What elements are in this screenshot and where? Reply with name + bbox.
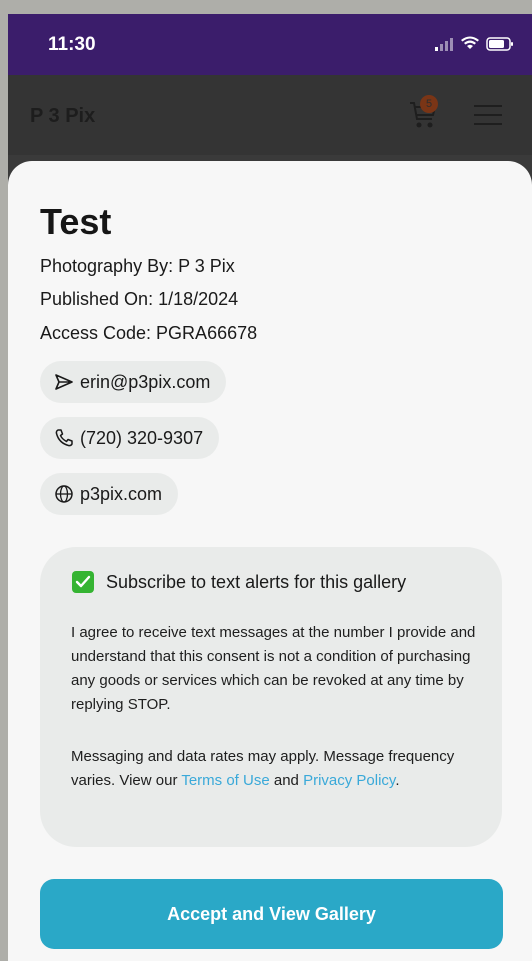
menu-button[interactable] (474, 105, 502, 125)
phone-screen: 11:30 P 3 Pix 5 Test Photography By: P 3… (8, 14, 532, 961)
menu-line (474, 123, 502, 125)
email-text: erin@p3pix.com (80, 371, 211, 392)
cart-button[interactable]: 5 (408, 95, 438, 131)
rates-paragraph: Messaging and data rates may apply. Mess… (71, 745, 491, 793)
menu-line (474, 114, 502, 116)
website-contact[interactable]: p3pix.com (40, 473, 179, 515)
consent-panel: Subscribe to text alerts for this galler… (40, 547, 502, 847)
privacy-policy-link[interactable]: Privacy Policy (303, 772, 395, 789)
status-time: 11:30 (48, 34, 96, 55)
phone-text: (720) 320-9307 (80, 427, 204, 448)
consent-paragraph: I agree to receive text messages at the … (71, 624, 476, 713)
access-code: Access Code: PGRA66678 (40, 323, 258, 343)
website-text: p3pix.com (80, 483, 163, 504)
cart-count-badge: 5 (420, 95, 438, 113)
send-icon (55, 374, 73, 390)
and-text: and (269, 772, 304, 789)
gallery-access-sheet: Test Photography By: P 3 Pix Published O… (8, 161, 532, 961)
accept-and-view-gallery-button[interactable]: Accept and View Gallery (40, 879, 503, 949)
subscribe-checkbox[interactable] (72, 571, 94, 593)
battery-icon (486, 36, 513, 51)
status-bar: 11:30 (8, 14, 532, 75)
published-on: Published On: 1/18/2024 (40, 289, 239, 309)
menu-line (474, 105, 502, 107)
subscribe-label[interactable]: Subscribe to text alerts for this galler… (106, 572, 406, 593)
brand-logo[interactable]: P 3 Pix (30, 105, 95, 128)
email-contact[interactable]: erin@p3pix.com (40, 361, 227, 403)
phone-icon (55, 429, 73, 447)
period-text: . (395, 772, 400, 789)
phone-contact[interactable]: (720) 320-9307 (40, 417, 220, 459)
signal-icon (435, 37, 453, 51)
gallery-title: Test (40, 201, 112, 242)
status-icons (434, 36, 514, 51)
wifi-icon (461, 36, 479, 49)
terms-of-use-link[interactable]: Terms of Use (181, 772, 269, 789)
checkmark-icon (75, 575, 91, 588)
app-header: P 3 Pix 5 (8, 75, 532, 155)
globe-icon (55, 485, 73, 503)
photography-by: Photography By: P 3 Pix (40, 256, 235, 276)
